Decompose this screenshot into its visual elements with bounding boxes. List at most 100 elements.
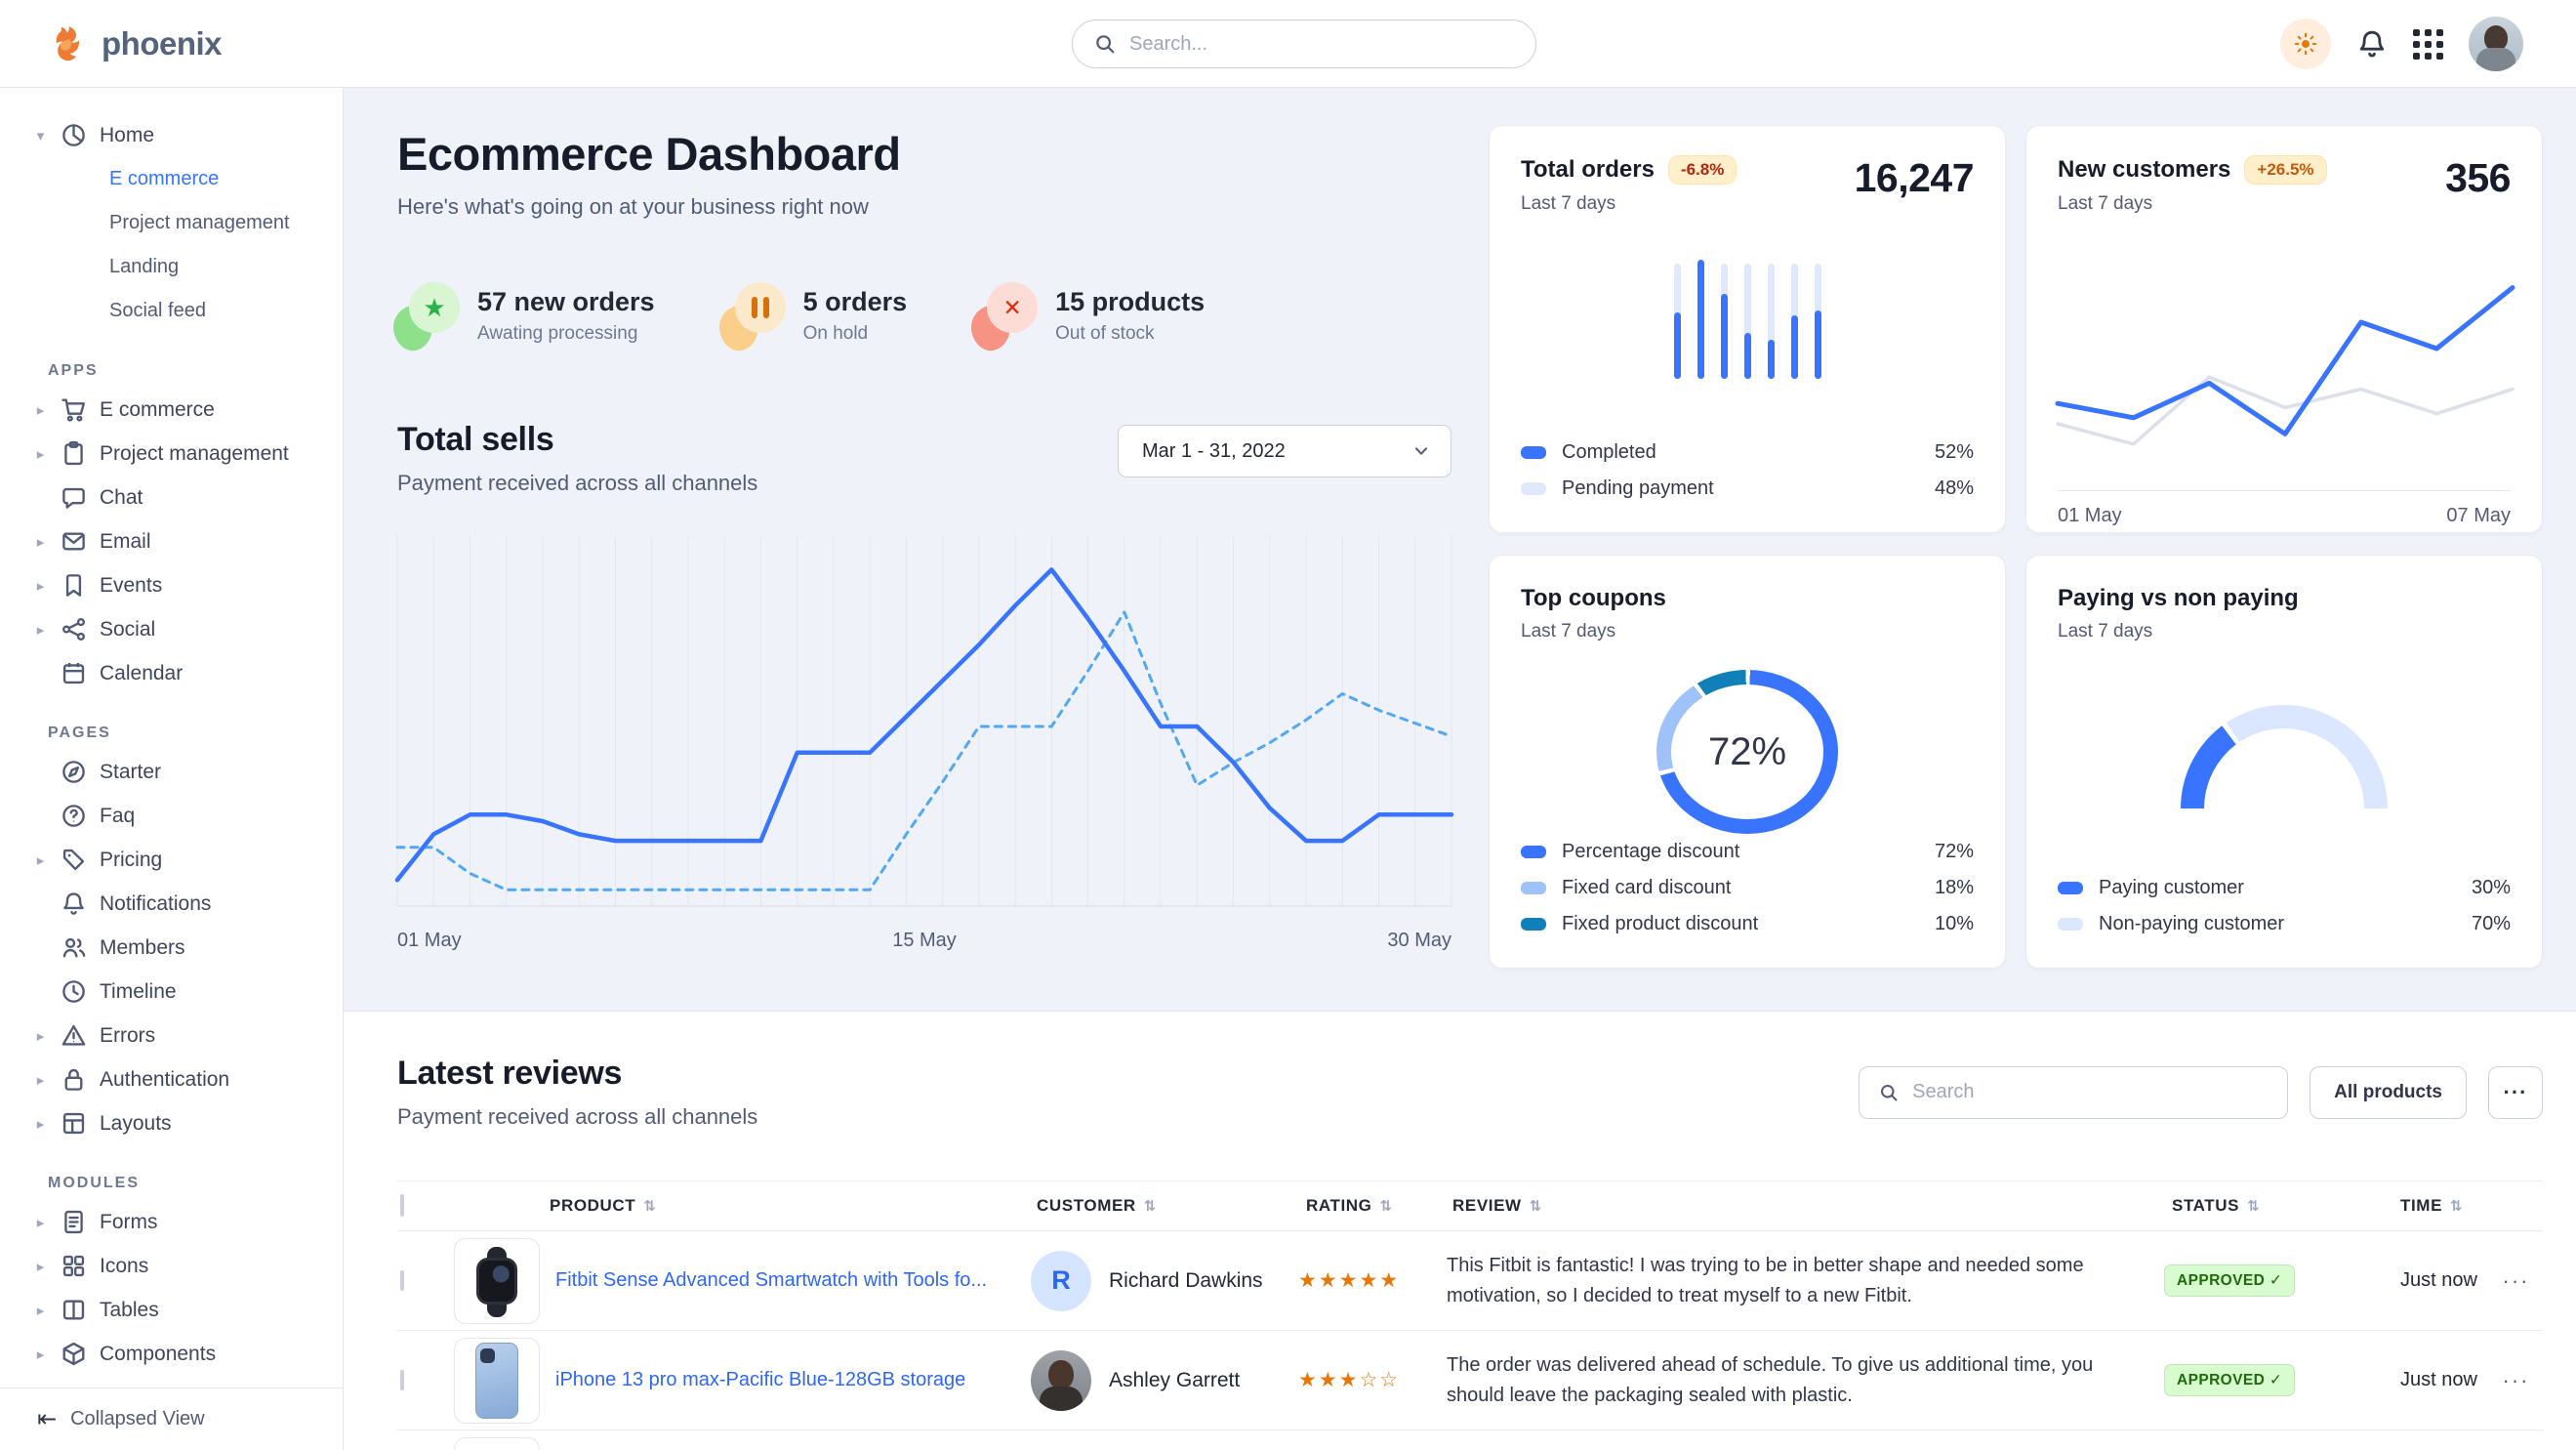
sidebar-item-label: Timeline [100, 980, 177, 1004]
sidebar-item-starter[interactable]: Starter [33, 750, 325, 794]
collapsed-view-toggle[interactable]: ⇤ Collapsed View [0, 1388, 343, 1450]
row-checkbox[interactable] [400, 1270, 404, 1291]
stat-5-orders: 5 ordersOn hold [723, 280, 908, 351]
mail-icon [61, 528, 87, 555]
new-customers-badge: +26.5% [2244, 155, 2326, 185]
reviews-search[interactable] [1859, 1066, 2288, 1119]
time-value: Just now [2377, 1369, 2489, 1391]
warning-icon [61, 1022, 87, 1049]
sidebar-item-label: Calendar [100, 662, 183, 685]
sidebar-item-events[interactable]: ▸Events [33, 563, 325, 607]
search-input[interactable] [1129, 33, 1514, 56]
sidebar-item-notifications[interactable]: Notifications [33, 882, 325, 926]
date-range-select[interactable]: Mar 1 - 31, 2022 [1118, 425, 1452, 477]
sidebar-item-project-management[interactable]: ▸Project management [33, 432, 325, 476]
chevron-right-icon: ▸ [33, 1258, 48, 1275]
user-avatar[interactable] [2469, 17, 2523, 71]
legend-swatch [2058, 882, 2083, 894]
legend-label: Fixed card discount [1562, 877, 1731, 899]
sidebar-subitem-e-commerce[interactable]: E commerce [33, 157, 325, 201]
sidebar-item-label: Home [100, 124, 154, 147]
grid-icon [61, 1253, 87, 1279]
table-icon [61, 1297, 87, 1323]
sidebar-item-e-commerce[interactable]: ▸ E commerce [33, 388, 325, 432]
sidebar-item-email[interactable]: ▸Email [33, 519, 325, 563]
sidebar-item-faq[interactable]: Faq [33, 794, 325, 838]
sidebar-section-apps: APPS [33, 362, 325, 380]
col-time[interactable]: TIME [2400, 1196, 2442, 1216]
col-product[interactable]: PRODUCT [550, 1196, 635, 1216]
rating-stars: ★★★☆☆ [1298, 1368, 1447, 1392]
legend-item: Pending payment48% [1521, 471, 1974, 507]
product-link[interactable]: Fitbit Sense Advanced Smartwatch with To… [555, 1269, 987, 1292]
brand-logo[interactable]: phoenix [49, 23, 222, 64]
customer-name: Richard Dawkins [1109, 1269, 1263, 1293]
total-sells-subtitle: Payment received across all channels [397, 471, 757, 496]
sidebar-item-chat[interactable]: Chat [33, 476, 325, 519]
phoenix-flame-icon [49, 23, 90, 64]
sidebar-item-errors[interactable]: ▸Errors [33, 1014, 325, 1057]
sidebar-item-pricing[interactable]: ▸Pricing [33, 838, 325, 882]
product-link[interactable]: iPhone 13 pro max-Pacific Blue-128GB sto… [555, 1369, 965, 1391]
sidebar-subitem-project-management[interactable]: Project management [33, 201, 325, 245]
product-thumbnail[interactable] [454, 1238, 540, 1324]
chevron-right-icon: ▸ [33, 401, 48, 419]
sidebar-item-forms[interactable]: ▸Forms [33, 1200, 325, 1244]
total-orders-value: 16,247 [1855, 155, 1974, 201]
col-status[interactable]: STATUS [2172, 1196, 2239, 1216]
apps-menu-button[interactable] [2413, 29, 2443, 60]
sidebar-item-layouts[interactable]: ▸Layouts [33, 1101, 325, 1145]
sidebar-subitem-landing[interactable]: Landing [33, 245, 325, 289]
new-customers-value: 356 [2445, 155, 2511, 201]
col-rating[interactable]: RATING [1306, 1196, 1372, 1216]
sidebar-item-social[interactable]: ▸Social [33, 607, 325, 651]
sidebar-item-timeline[interactable]: Timeline [33, 970, 325, 1014]
stat-sublabel: On hold [803, 323, 908, 345]
notifications-button[interactable] [2356, 28, 2388, 60]
sidebar-item-label: Members [100, 936, 185, 960]
product-thumbnail[interactable] [454, 1437, 540, 1450]
table-icon [61, 1297, 87, 1323]
sidebar-item-members[interactable]: Members [33, 926, 325, 970]
sidebar-item-authentication[interactable]: ▸Authentication [33, 1057, 325, 1101]
all-products-button[interactable]: All products [2310, 1066, 2467, 1119]
status-badge: APPROVED ✓ [2164, 1264, 2295, 1297]
col-customer[interactable]: CUSTOMER [1037, 1196, 1136, 1216]
sidebar-item-calendar[interactable]: Calendar [33, 651, 325, 695]
sidebar-item-icons[interactable]: ▸ Icons [33, 1244, 325, 1288]
bell-icon [61, 891, 87, 917]
theme-toggle-button[interactable] [2280, 19, 2331, 69]
sort-icon: ⇅ [1380, 1197, 1393, 1215]
page-subtitle: Here's what's going on at your business … [397, 194, 1452, 220]
legend-label: Completed [1562, 441, 1656, 464]
row-menu-button[interactable]: ··· [2489, 1268, 2543, 1294]
sidebar-item-tables[interactable]: ▸ Tables [33, 1288, 325, 1332]
row-menu-button[interactable]: ··· [2489, 1368, 2543, 1393]
chevron-down-icon[interactable]: ▾ [33, 127, 48, 145]
legend-swatch [2058, 918, 2083, 931]
table-row: Fitbit Sense Advanced Smartwatch with To… [397, 1231, 2543, 1331]
sidebar-item-label: Tables [100, 1299, 159, 1322]
calendar-icon [61, 660, 87, 686]
sidebar-section-modules: MODULES [33, 1175, 325, 1192]
help-icon [61, 803, 87, 829]
legend-value: 18% [1935, 877, 1974, 899]
sidebar-item-label: E commerce [100, 398, 215, 422]
chevron-right-icon: ▸ [33, 1302, 48, 1319]
sidebar-item-label: Notifications [100, 892, 211, 916]
select-all-checkbox[interactable] [400, 1194, 404, 1217]
col-review[interactable]: REVIEW [1452, 1196, 1522, 1216]
reviews-search-input[interactable] [1912, 1081, 2268, 1103]
legend-value: 52% [1935, 441, 1974, 464]
stat-sublabel: Awating processing [477, 323, 655, 345]
legend-value: 10% [1935, 913, 1974, 935]
row-checkbox[interactable] [400, 1370, 404, 1390]
reviews-more-button[interactable]: ··· [2488, 1066, 2543, 1119]
global-search[interactable] [1072, 20, 1536, 68]
product-thumbnail[interactable] [454, 1338, 540, 1424]
sidebar-subitem-social-feed[interactable]: Social feed [33, 289, 325, 333]
sidebar-item-home[interactable]: ▾ Home [33, 113, 325, 157]
sidebar-item-components[interactable]: ▸Components [33, 1332, 325, 1376]
sidebar-item-label: Icons [100, 1255, 148, 1278]
chevron-right-icon: ▸ [33, 533, 48, 551]
